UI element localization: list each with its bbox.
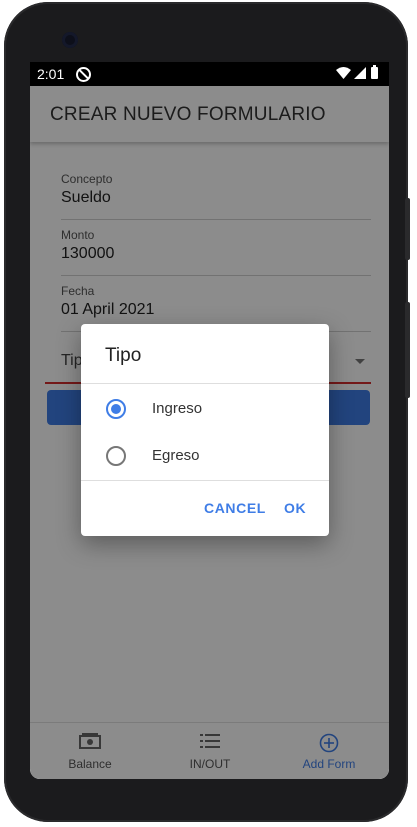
cancel-button[interactable]: CANCEL <box>204 500 266 516</box>
option-ingreso-label: Ingreso <box>152 400 203 417</box>
dialog-divider-bottom <box>81 480 329 481</box>
ok-button[interactable]: OK <box>284 500 306 516</box>
battery-icon <box>371 65 378 79</box>
dialog-title: Tipo <box>105 345 142 366</box>
volume-button <box>405 302 410 398</box>
do-not-disturb-icon <box>76 67 91 82</box>
option-egreso[interactable]: Egreso <box>81 433 329 479</box>
signal-icon <box>354 67 366 79</box>
wifi-icon <box>336 67 351 79</box>
status-time: 2:01 <box>37 66 65 82</box>
radio-unselected-icon[interactable] <box>106 446 126 466</box>
tipo-dialog: Tipo Ingreso Egreso CANCEL OK <box>81 324 329 536</box>
option-egreso-label: Egreso <box>152 447 200 464</box>
power-button <box>405 198 410 260</box>
front-camera <box>62 32 78 48</box>
radio-selected-icon[interactable] <box>106 399 126 419</box>
status-bar: 2:01 <box>30 62 389 86</box>
option-ingreso[interactable]: Ingreso <box>81 386 329 432</box>
dialog-divider-top <box>81 383 329 384</box>
